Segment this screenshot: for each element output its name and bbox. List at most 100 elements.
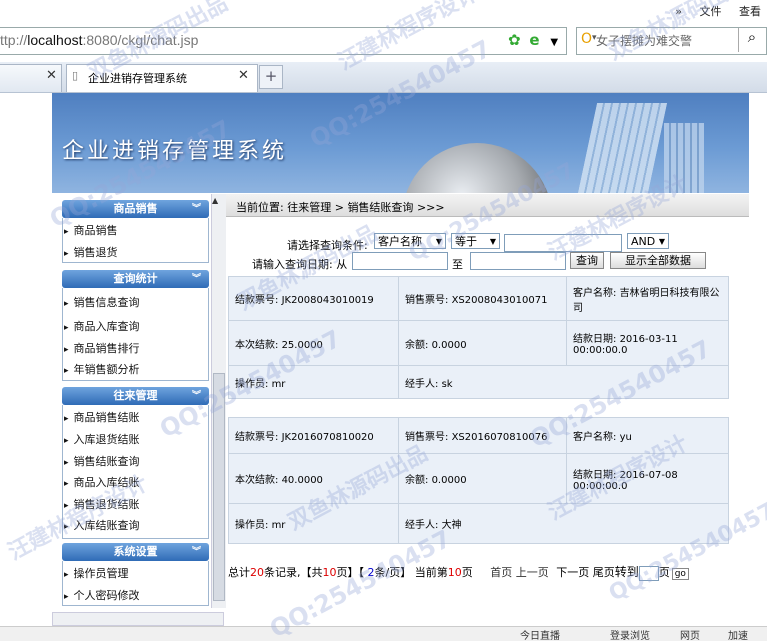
sidebar-section-query[interactable]: 查询统计 ︾ (62, 270, 209, 288)
operator-select[interactable]: 等于 ▼ (451, 233, 500, 249)
menu-view[interactable]: 查看 (739, 5, 761, 18)
ie-icon[interactable]: e (529, 31, 539, 49)
pager-text: 总计 (228, 566, 250, 579)
pager: 总计20条记录,【共10页】【 2条/页】 当前第10页 首页 上一页 下一页 … (228, 563, 689, 581)
building-image (576, 103, 668, 193)
label: 经手人: (405, 378, 439, 390)
menu-more[interactable]: » (675, 5, 682, 18)
sidebar-item-annual-analysis[interactable]: 年销售额分析 (64, 361, 140, 377)
scrollbar-thumb[interactable] (213, 373, 225, 601)
value: yu (619, 432, 632, 443)
condition-value-input[interactable] (504, 234, 622, 252)
tab-title[interactable]: 企业进销存管理系统 (88, 70, 187, 86)
menu-file[interactable]: 文件 (700, 5, 722, 18)
breadcrumb: 当前位置: 往来管理 > 销售结账查询 >>> (236, 199, 445, 215)
cell-customer: 客户名称: 吉林省明日科技有限公司 (566, 276, 729, 321)
breadcrumb-level2: 销售结账查询 (347, 201, 414, 214)
cell-date: 结款日期: 2016-03-11 00:00:00.0 (566, 320, 729, 366)
sidebar-item-sales-return-checkout[interactable]: 销售退货结账 (64, 496, 140, 512)
field-select[interactable]: 客户名称 ▼ (374, 233, 446, 249)
date-from-input[interactable] (352, 252, 448, 270)
date-to-label: 至 (452, 258, 463, 271)
record-table: 结款票号: JK2016070810020 销售票号: XS2016070810… (228, 417, 729, 544)
address-icons: ✿ e ▼ (508, 31, 558, 49)
chevron-double-down-icon[interactable]: ︾ (192, 270, 201, 288)
close-icon[interactable]: ✕ (238, 68, 249, 83)
chevron-double-down-icon[interactable]: ︾ (192, 387, 201, 405)
sidebar-item-stockin-checkout-query[interactable]: 入库结账查询 (64, 517, 140, 533)
sidebar-item-sales-return[interactable]: 销售退货 (64, 244, 118, 260)
chevron-double-down-icon[interactable]: ︾ (192, 200, 201, 218)
chevron-double-down-icon[interactable]: ︾ (192, 543, 201, 561)
label: 操作员: (235, 378, 269, 390)
sidebar-item-stockin-return-checkout[interactable]: 入库退货结账 (64, 431, 140, 447)
pager-text: 条/页】 当前第 (374, 566, 448, 579)
cell-xs: 销售票号: XS2008043010071 (398, 276, 567, 321)
prev-page-link[interactable]: 上一页 (516, 566, 549, 579)
url-text[interactable]: ttp://localhost:8080/ckgl/chat.jsp (0, 32, 198, 48)
next-page-link[interactable]: 下一页 (556, 566, 589, 579)
value: JK2016070810020 (281, 432, 374, 443)
search-engine-icon[interactable]: O (581, 31, 592, 47)
date-to-input[interactable] (470, 252, 566, 270)
section-title: 商品销售 (113, 202, 158, 215)
sidebar-item-product-sales[interactable]: 商品销售 (64, 222, 118, 238)
operator-select-value: 等于 (455, 235, 477, 248)
last-page-link[interactable]: 尾页 (593, 566, 615, 579)
label: 余额: (405, 475, 429, 486)
pager-per: 2 (367, 566, 375, 579)
sidebar-item-operator-manage[interactable]: 操作员管理 (64, 565, 129, 581)
document-icon: ▯ (72, 69, 79, 82)
sidebar-item-sales-checkout[interactable]: 商品销售结账 (64, 409, 140, 425)
breadcrumb-prefix: 当前位置: (236, 201, 284, 214)
url-prefix: ttp:// (0, 32, 28, 48)
label: 销售票号: (405, 295, 449, 306)
sidebar-section-sales[interactable]: 商品销售 ︾ (62, 200, 209, 218)
goto-label: 转到 (614, 565, 639, 579)
sidebar-item-stockin-query[interactable]: 商品入库查询 (64, 318, 140, 334)
building-image (664, 123, 704, 193)
label: 客户名称: (573, 432, 617, 443)
refresh-icon[interactable]: ✿ (508, 31, 521, 49)
pager-total: 20 (250, 566, 264, 579)
horizontal-scrollbar[interactable] (52, 612, 224, 626)
search-icon[interactable]: ⌕ (738, 28, 765, 52)
section-title: 往来管理 (113, 389, 158, 402)
query-button[interactable]: 查询 (570, 252, 604, 269)
value: XS2008043010071 (451, 295, 548, 306)
pager-current: 10 (447, 566, 462, 579)
logic-select-value: AND (631, 235, 656, 248)
cell-jk: 结款票号: JK2008043010019 (228, 276, 399, 321)
chevron-down-icon: ▼ (489, 237, 496, 246)
value: 25.0000 (281, 339, 323, 351)
label: 余额: (405, 339, 429, 351)
cell-date: 结款日期: 2016-07-08 00:00:00.0 (566, 453, 729, 504)
breadcrumb-tail: >>> (416, 201, 445, 214)
sidebar-item-sales-checkout-query[interactable]: 销售结账查询 (64, 453, 140, 469)
chevron-down-icon: ▼ (435, 237, 442, 246)
new-tab-button[interactable]: + (259, 65, 283, 89)
go-button[interactable]: go (671, 568, 689, 580)
goto-page-input[interactable] (638, 565, 659, 581)
sidebar-item-stockin-checkout[interactable]: 商品入库结账 (64, 474, 140, 490)
close-icon[interactable]: ✕ (46, 68, 57, 83)
first-page-link[interactable]: 首页 (490, 566, 512, 579)
logic-select[interactable]: AND ▼ (627, 233, 669, 249)
sidebar-item-sales-ranking[interactable]: 商品销售排行 (64, 340, 140, 356)
chevron-down-icon[interactable]: ▼ (550, 37, 558, 48)
sidebar-item-change-password[interactable]: 个人密码修改 (64, 587, 140, 603)
search-input[interactable]: 女子摆摊为难交警 (596, 32, 692, 49)
pager-text: 页 (461, 566, 473, 579)
cell-amount: 本次结款: 25.0000 (228, 320, 399, 366)
value: 40.0000 (281, 475, 323, 486)
url-rest: :8080/ckgl/chat.jsp (82, 32, 199, 48)
sidebar-section-settings[interactable]: 系统设置 ︾ (62, 543, 209, 561)
value: JK2008043010019 (281, 295, 374, 306)
show-all-button[interactable]: 显示全部数据 (610, 252, 706, 269)
page-banner: 企业进销存管理系统 (52, 93, 749, 193)
sidebar-item-sales-query[interactable]: 销售信息查询 (64, 294, 140, 310)
label: 销售票号: (405, 432, 449, 443)
label: 结款票号: (235, 295, 279, 306)
sidebar-section-accounts[interactable]: 往来管理 ︾ (62, 387, 209, 405)
scroll-up-icon[interactable]: ▲ (212, 196, 218, 205)
